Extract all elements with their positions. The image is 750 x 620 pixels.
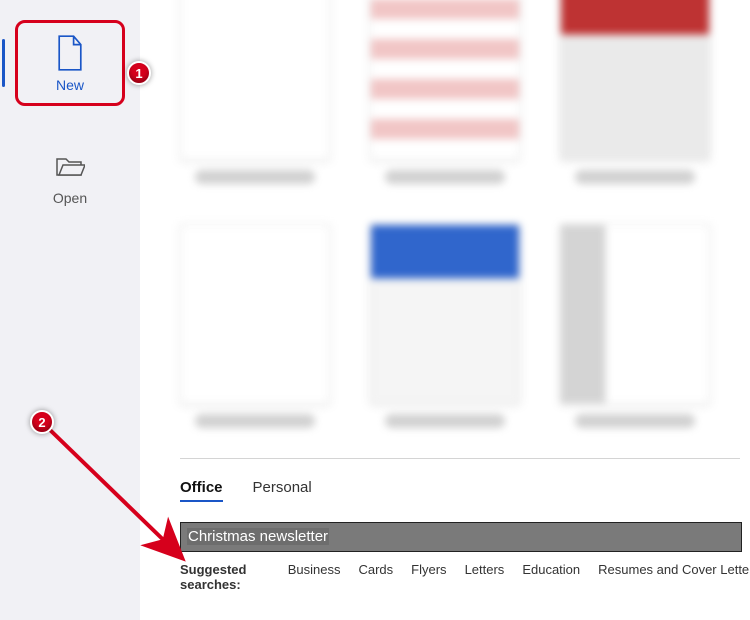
search-input-text: Christmas newsletter <box>187 528 329 545</box>
template-label <box>195 414 315 428</box>
section-divider <box>180 458 740 459</box>
template-label <box>575 170 695 184</box>
template-source-tabs: Office Personal <box>180 479 750 502</box>
suggested-term[interactable]: Education <box>522 562 580 577</box>
template-label <box>385 414 505 428</box>
template-card[interactable] <box>560 224 710 428</box>
suggested-label: Suggested searches: <box>180 562 270 592</box>
suggested-term[interactable]: Resumes and Cover Letters <box>598 562 750 577</box>
annotation-callout-2: 2 <box>30 410 54 434</box>
template-thumb <box>180 0 330 160</box>
backstage-sidebar: New Open <box>0 0 140 620</box>
template-label <box>385 170 505 184</box>
template-card[interactable] <box>370 0 520 184</box>
template-thumb <box>560 224 710 404</box>
tab-personal[interactable]: Personal <box>253 479 312 502</box>
suggested-term[interactable]: Letters <box>465 562 505 577</box>
search-input[interactable]: Christmas newsletter <box>181 523 741 551</box>
template-row-1 <box>180 0 750 184</box>
template-row-2 <box>180 224 750 428</box>
template-thumb <box>560 0 710 160</box>
template-card[interactable] <box>370 224 520 428</box>
annotation-callout-1: 1 <box>127 61 151 85</box>
app-frame: New Open <box>0 0 750 620</box>
template-label <box>575 414 695 428</box>
suggested-term[interactable]: Business <box>288 562 341 577</box>
template-thumb <box>370 224 520 404</box>
sidebar-item-open[interactable]: Open <box>15 136 125 216</box>
template-card[interactable] <box>180 0 330 184</box>
template-card[interactable] <box>180 224 330 428</box>
sidebar-new-label: New <box>56 77 84 93</box>
template-label <box>195 170 315 184</box>
template-thumb <box>370 0 520 160</box>
open-folder-icon <box>55 148 85 184</box>
template-search-box[interactable]: Christmas newsletter <box>180 522 742 552</box>
suggested-term[interactable]: Cards <box>358 562 393 577</box>
sidebar-item-new[interactable]: New <box>15 20 125 106</box>
main-panel: Office Personal Christmas newsletter Sug… <box>140 0 750 620</box>
suggested-term[interactable]: Flyers <box>411 562 446 577</box>
template-card[interactable] <box>560 0 710 184</box>
tab-office[interactable]: Office <box>180 479 223 502</box>
new-document-icon <box>55 35 85 71</box>
template-thumb <box>180 224 330 404</box>
sidebar-open-label: Open <box>53 190 87 206</box>
suggested-searches: Suggested searches: Business Cards Flyer… <box>180 562 750 592</box>
